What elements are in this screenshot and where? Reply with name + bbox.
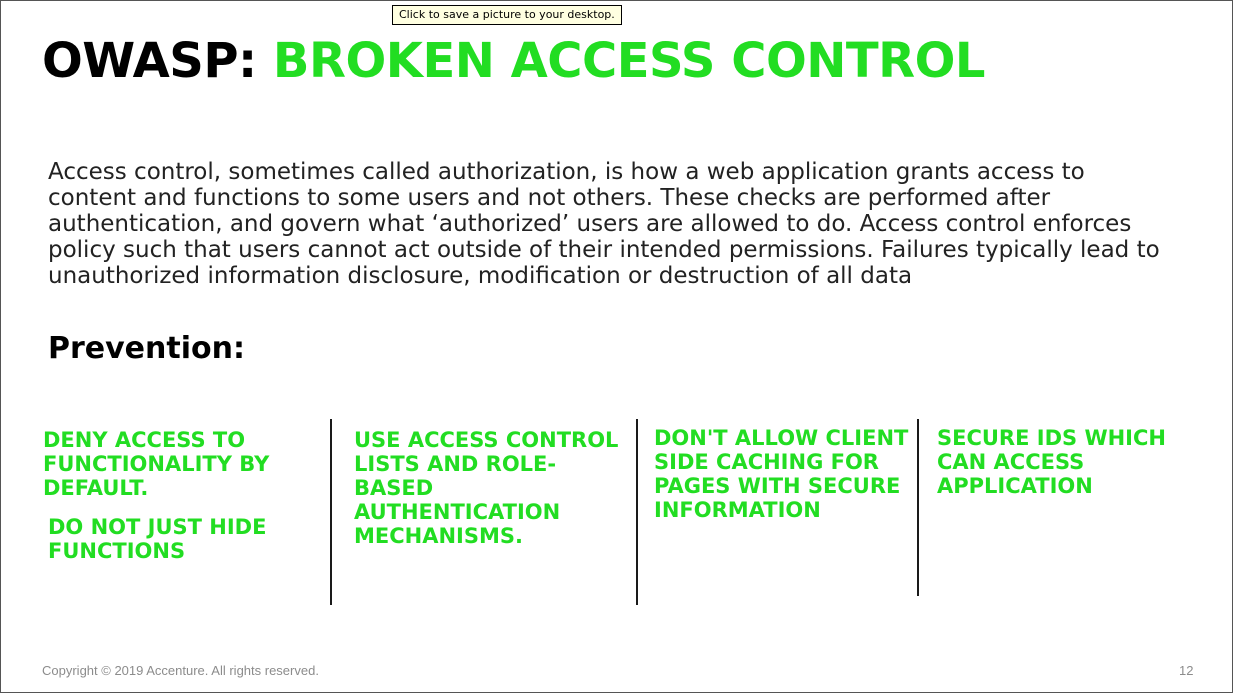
prevention-item-client-caching: DON'T ALLOW CLIENT SIDE CACHING FOR PAGE… — [654, 426, 909, 522]
save-picture-tooltip: Click to save a picture to your desktop. — [392, 5, 622, 25]
column-divider-3 — [917, 419, 919, 596]
prevention-item-access-control-lists: USE ACCESS CONTROL LISTS AND ROLE-BASED … — [354, 428, 619, 548]
footer-copyright: Copyright © 2019 Accenture. All rights r… — [42, 663, 319, 678]
slide-title: OWASP: BROKEN ACCESS CONTROL — [42, 31, 986, 91]
page-number: 12 — [1179, 663, 1194, 678]
prevention-item-secure-ids: SECURE IDS WHICH CAN ACCESS APPLICATION — [937, 426, 1166, 498]
prevention-item-hide-functions: DO NOT JUST HIDE FUNCTIONS — [48, 515, 267, 563]
slide: Click to save a picture to your desktop.… — [0, 0, 1233, 693]
column-divider-1 — [330, 419, 332, 605]
prevention-item-deny-access: DENY ACCESS TO FUNCTIONALITY BY DEFAULT. — [43, 428, 270, 500]
column-divider-2 — [636, 419, 638, 605]
title-prefix: OWASP: — [42, 33, 257, 89]
description-paragraph: Access control, sometimes called authori… — [48, 159, 1160, 289]
title-accent: BROKEN ACCESS CONTROL — [272, 33, 986, 89]
prevention-heading: Prevention: — [48, 331, 245, 366]
